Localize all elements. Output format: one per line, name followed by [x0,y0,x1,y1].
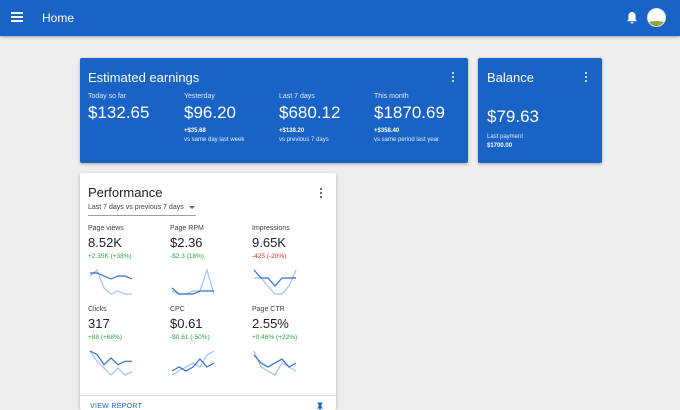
stat-today: Today so far $132.65 [88,93,149,123]
metric-page-rpm[interactable]: Page RPM $2.36 -$2.3 (18%) [170,225,250,303]
metric-delta: -$0.61 (-50%) [170,334,210,341]
stat-compare: vs same day last week [184,137,245,143]
more-vert-icon[interactable] [584,72,588,84]
page-title: Home [42,11,75,25]
sparkline [253,269,297,295]
card-title: Performance [88,185,163,200]
stat-compare: vs previous 7 days [279,137,329,143]
last-payment-value: $1700.00 [487,143,513,149]
stat-label: Last 7 days [279,93,315,100]
metric-delta: +2.35K (+38%) [88,253,132,260]
metric-page-ctr[interactable]: Page CTR 2.55% +0.46% (+22%) [252,306,332,384]
sparkline-previous-period [171,267,215,295]
metric-value: $2.36 [170,235,203,250]
metric-value: 8.52K [88,235,122,250]
last-payment-label: Last payment [487,134,524,140]
pin-icon[interactable] [316,402,324,410]
metric-page-views[interactable]: Page views 8.52K +2.35K (+38%) [88,225,168,303]
stat-label: Today so far [88,93,127,100]
sparkline [171,350,215,376]
sparkline [253,350,297,376]
metric-clicks[interactable]: Clicks 317 +88 (+68%) [88,306,168,384]
sparkline-previous-period [254,269,297,295]
balance-card: Balance $79.63 Last payment $1700.00 [478,58,602,163]
metric-label: Page views [88,225,124,232]
stat-this-month: This month $1870.69 +$358.40 vs same peri… [374,93,445,145]
bell-icon[interactable] [626,11,638,25]
sparkline [89,350,133,376]
more-vert-icon[interactable] [451,72,455,84]
arrow-drop-down-icon [188,205,195,209]
divider [80,395,336,396]
metric-value: $0.61 [170,316,203,331]
menu-icon[interactable] [11,12,23,22]
card-title: Estimated earnings [88,70,200,85]
stat-value: $132.65 [88,103,150,122]
sparkline-current-period [171,358,215,372]
stat-value: $96.20 [184,103,236,122]
sparkline-previous-period [89,268,132,295]
stat-delta: +$35.68 [184,128,206,134]
avatar[interactable] [647,8,666,27]
metric-value: 317 [88,316,110,331]
stat-delta: +$138.20 [279,128,305,134]
metric-value: 2.55% [252,316,289,331]
metric-delta: +0.46% (+22%) [252,334,298,341]
sparkline [89,268,133,295]
stat-compare: vs same period last year [374,137,440,143]
metric-cpc[interactable]: CPC $0.61 -$0.61 (-50%) [170,306,250,384]
card-title: Balance [487,70,534,85]
metric-label: Page CTR [252,306,285,313]
metric-value: 9.65K [252,235,286,250]
stat-last-7-days: Last 7 days $680.12 +$138.20 vs previous … [279,93,340,145]
stat-label: This month [374,93,409,100]
date-range-label: Last 7 days vs previous 7 days [88,204,184,211]
balance-stat: $79.63 Last payment $1700.00 [487,104,539,151]
view-report-link[interactable]: VIEW REPORT [90,403,142,410]
stat-label: Yesterday [184,93,215,100]
metric-delta: +88 (+68%) [88,334,122,341]
sparkline-current-period [89,350,132,366]
stat-delta: +$358.40 [374,128,400,134]
sparkline [171,267,215,295]
date-range-dropdown[interactable]: Last 7 days vs previous 7 days [88,204,195,211]
metric-label: Clicks [88,306,107,313]
metric-delta: -425 (-20%) [252,253,287,260]
estimated-earnings-card: Estimated earnings Today so far $132.65 … [80,58,468,163]
metric-label: CPC [170,306,185,313]
sparkline-current-period [90,272,133,280]
balance-value: $79.63 [487,107,539,126]
metric-delta: -$2.3 (18%) [170,253,204,260]
stat-yesterday: Yesterday $96.20 +$35.68 vs same day last… [184,93,244,145]
sparkline-previous-period [171,350,215,376]
dropdown-underline [88,215,196,216]
metric-label: Impressions [252,225,290,232]
metric-impressions[interactable]: Impressions 9.65K -425 (-20%) [252,225,332,303]
performance-card: Performance Last 7 days vs previous 7 da… [80,173,336,410]
more-vert-icon[interactable] [319,188,323,200]
stat-value: $680.12 [279,103,341,122]
top-app-bar: Home [0,0,680,36]
metric-label: Page RPM [170,225,204,232]
stat-value: $1870.69 [374,103,445,122]
